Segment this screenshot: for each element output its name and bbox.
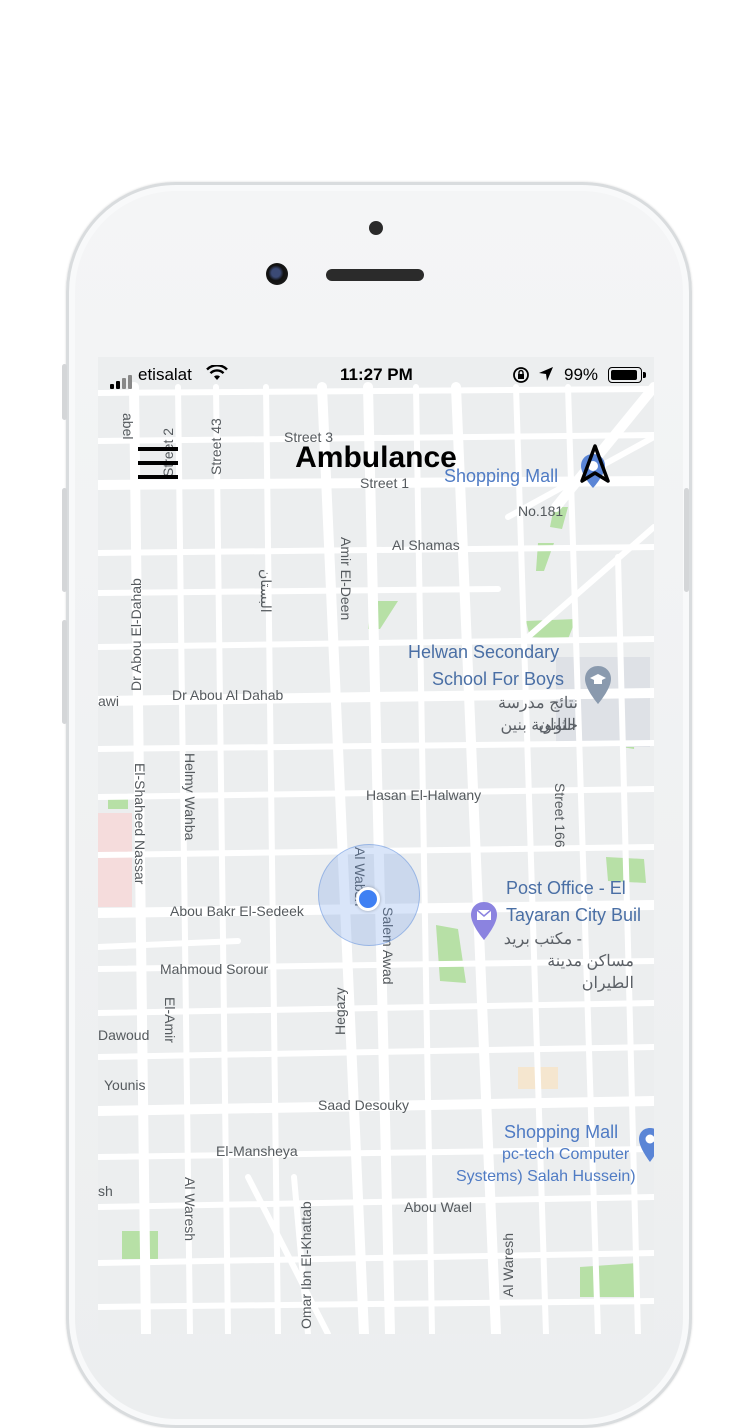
street-label: Younis [104, 1077, 146, 1093]
street-label: El-Amir [162, 997, 178, 1043]
street-label: awi [98, 693, 120, 709]
poi-school-ar-line2: الثانوية بنين [500, 717, 576, 734]
poi-pctech-line2[interactable]: Systems) Salah Hussein) [456, 1166, 636, 1188]
status-bar: etisalat 11:27 PM 99% [98, 357, 654, 391]
battery-percentage: 99% [564, 365, 599, 384]
street-label: Abou Bakr El-Sedeek [170, 903, 304, 919]
street-label: Hasan El-Halwany [366, 787, 482, 803]
status-time: 11:27 PM [340, 365, 413, 384]
street-label: Hegazy [332, 987, 348, 1035]
cellular-signal-icon [110, 369, 134, 389]
street-label: El-Shaheed Nassar [132, 763, 148, 885]
street-label: Mahmoud Sorour [160, 961, 269, 977]
mail-pin-icon[interactable] [470, 901, 498, 941]
page-title: Ambulance [295, 441, 457, 474]
location-services-icon [539, 367, 553, 381]
street-label: Street 1 [360, 475, 410, 491]
battery-icon [608, 367, 646, 383]
street-label: Al Shamas [392, 537, 460, 553]
power-button [684, 488, 689, 592]
street-label: Helmy Wahba [182, 753, 198, 841]
poi-shopping-mall-bottom[interactable]: Shopping Mall [504, 1119, 618, 1145]
street-label: abel [120, 413, 136, 440]
front-camera-icon [266, 263, 288, 285]
street-label: Dawoud [98, 1027, 150, 1043]
school-pin-icon[interactable] [584, 665, 612, 705]
street-label: Dr Abou Al Dahab [172, 687, 284, 703]
poi-post-office-ar-line1: مكتب بريد - [503, 931, 582, 948]
street-label: Street 166 [552, 783, 568, 848]
street-label: El-Mansheya [216, 1143, 298, 1159]
street-label: Dr Abou El-Dahab [128, 578, 144, 691]
poi-post-office-en-line1[interactable]: Post Office - El [506, 875, 626, 901]
mute-switch [62, 364, 67, 420]
street-label: No.181 [518, 503, 564, 519]
app-screen: Street 3 Street 2 Street 43 Street 1 No.… [98, 357, 654, 1334]
street-label: Al Waresh [500, 1232, 516, 1297]
street-label: Saad Desouky [318, 1097, 410, 1113]
user-location-dot[interactable] [356, 887, 380, 911]
volume-up-button [62, 488, 67, 592]
street-label: Amir El-Deen [338, 537, 354, 621]
earpiece-speaker [326, 269, 424, 281]
wifi-icon [206, 365, 228, 380]
poi-school-en-line1[interactable]: Helwan Secondary [408, 639, 559, 665]
street-label: Omar Ibn El-Khattab [298, 1201, 314, 1329]
proximity-sensor [369, 221, 383, 235]
street-label: Abou Wael [404, 1199, 472, 1215]
carrier-name: etisalat [138, 365, 192, 384]
poi-post-office-ar-line2: مساكن مدينة الطيران [547, 953, 634, 992]
poi-pctech-line1[interactable]: pc-tech Computer [502, 1144, 629, 1166]
poi-post-office-en-line2[interactable]: Tayaran City Buil [506, 902, 641, 928]
street-label: البستان [258, 569, 274, 613]
navigation-arrow-icon[interactable] [578, 443, 612, 485]
rotation-lock-icon [513, 367, 529, 383]
poi-school-en-line2[interactable]: School For Boys [432, 666, 564, 692]
street-label: Al Waresh [182, 1177, 198, 1242]
map-pin-icon[interactable] [638, 1127, 654, 1163]
street-label: sh [98, 1183, 113, 1199]
volume-down-button [62, 620, 67, 724]
